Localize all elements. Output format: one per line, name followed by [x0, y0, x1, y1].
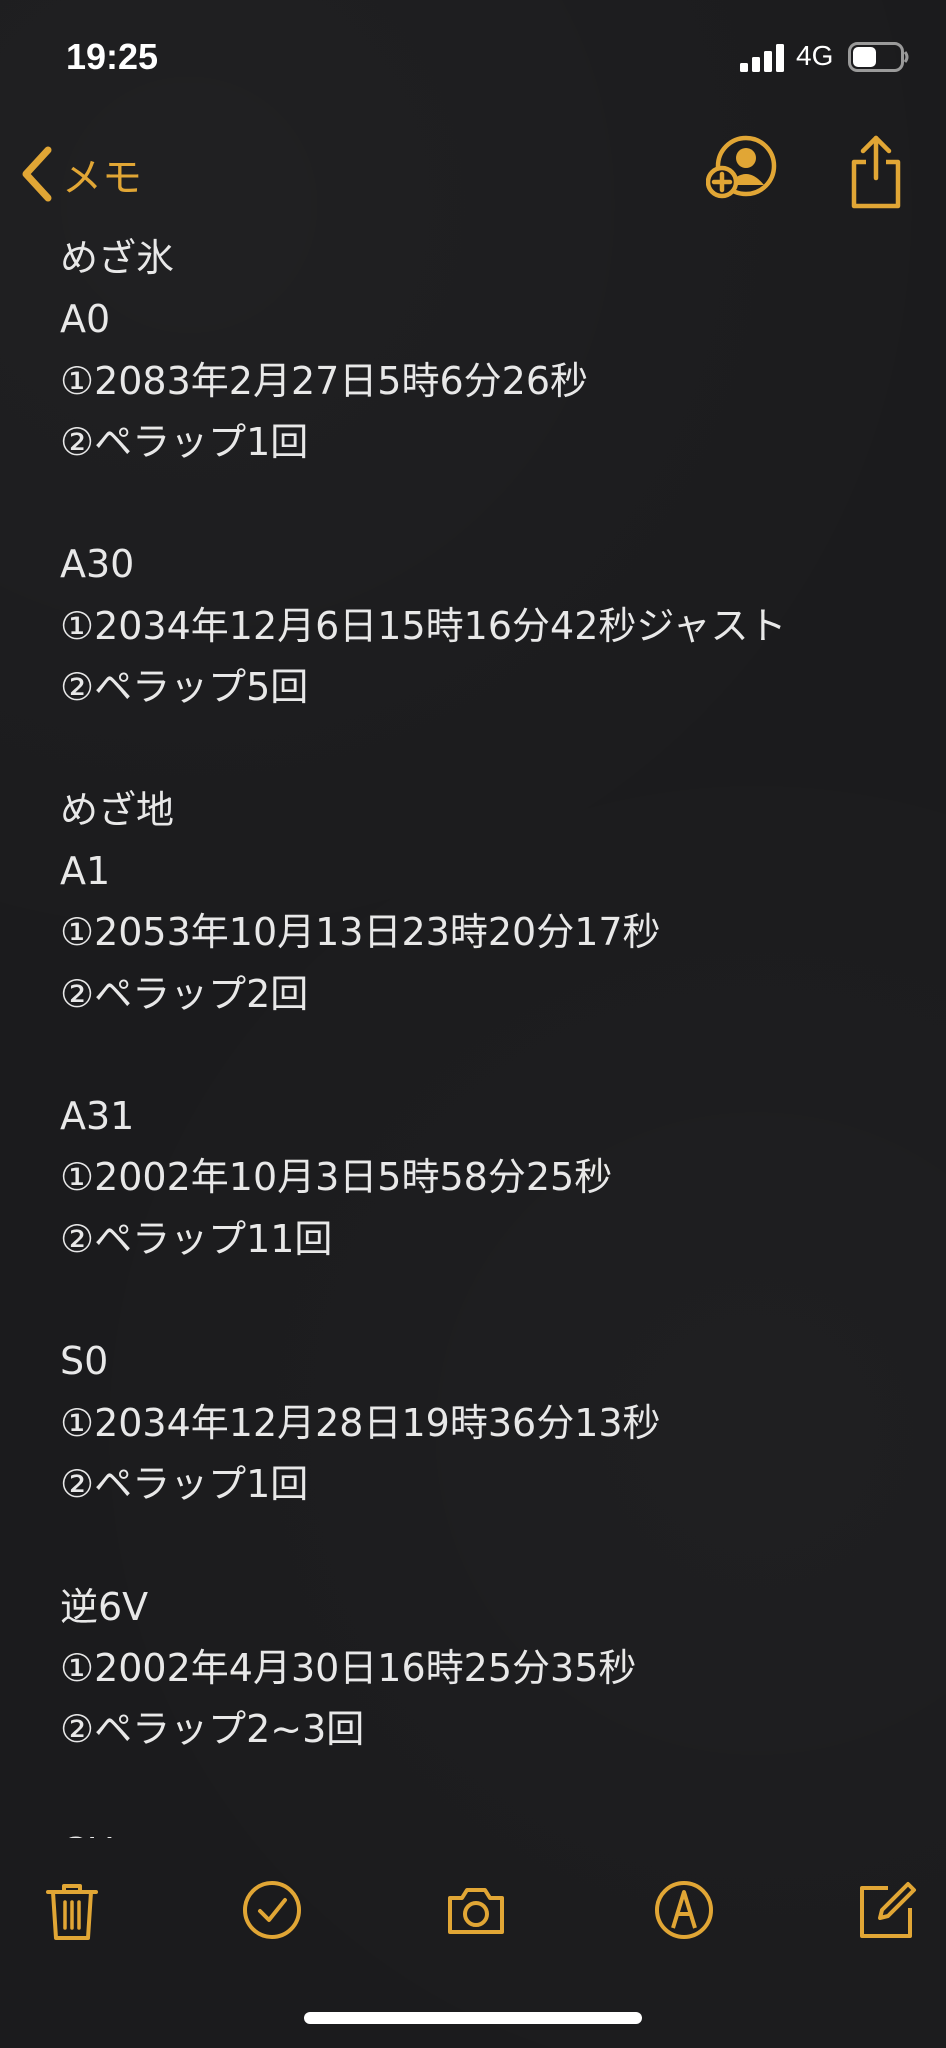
network-type: 4G	[796, 40, 834, 71]
note-line: A30	[60, 542, 135, 587]
back-button[interactable]: メモ	[20, 144, 142, 204]
note-blank-line	[60, 1025, 786, 1086]
note-line: ①2034年12月6日15時16分42秒ジャスト	[60, 603, 787, 648]
trash-icon[interactable]	[40, 1878, 104, 1942]
share-icon[interactable]	[846, 132, 906, 212]
add-person-icon[interactable]	[706, 130, 778, 202]
note-line: ②ペラップ5回	[60, 665, 309, 710]
nav-bar: メモ	[0, 120, 946, 220]
note-line: ②ペラップ1回	[60, 1461, 309, 1506]
markup-icon[interactable]	[652, 1878, 716, 1942]
note-line: S0	[60, 1339, 109, 1384]
note-line: めざ氷	[60, 236, 175, 280]
cellular-signal-icon	[740, 44, 784, 72]
note-line: ①2034年12月28日19時36分13秒	[60, 1400, 661, 1445]
note-line: ②ペラップ2~3回	[60, 1707, 365, 1752]
note-blank-line	[60, 1515, 786, 1576]
note-line: A0	[60, 297, 111, 342]
note-line: ①2083年2月27日5時6分26秒	[60, 358, 589, 403]
note-line: ①2053年10月13日23時20分17秒	[60, 910, 661, 955]
note-line: CH	[60, 1822, 786, 1838]
checklist-icon[interactable]	[240, 1878, 304, 1942]
note-line: ②ペラップ1回	[60, 419, 309, 464]
note-line: ①2002年10月3日5時58分25秒	[60, 1155, 613, 1200]
status-time: 19:25	[66, 36, 159, 77]
camera-icon[interactable]	[444, 1878, 508, 1942]
note-blank-line	[60, 1270, 786, 1331]
status-bar: 19:25 4G	[0, 0, 946, 110]
note-blank-line	[60, 473, 786, 534]
note-blank-line	[60, 1760, 786, 1821]
compose-icon[interactable]	[854, 1878, 918, 1942]
bottom-toolbar	[0, 1860, 946, 1960]
note-line: ①2002年4月30日16時25分35秒	[60, 1645, 637, 1690]
note-line: A1	[60, 848, 111, 893]
battery-icon	[848, 42, 909, 72]
note-text[interactable]: めざ氷 A0 ①2083年2月27日5時6分26秒 ②ペラップ1回 A30 ①2034年1…	[60, 228, 786, 1838]
back-label: メモ	[62, 155, 142, 201]
note-body[interactable]: めざ氷 A0 ①2083年2月27日5時6分26秒 ②ペラップ1回 A30 ①2034年1…	[0, 218, 946, 1838]
home-indicator[interactable]	[304, 2012, 642, 2024]
note-line: ②ペラップ11回	[60, 1216, 333, 1261]
note-line: めざ地	[60, 787, 175, 832]
note-line: 逆6V	[60, 1584, 149, 1629]
note-blank-line	[60, 718, 786, 779]
chevron-left-icon	[22, 146, 52, 202]
note-line: A31	[60, 1094, 135, 1139]
note-line: ②ペラップ2回	[60, 971, 309, 1016]
